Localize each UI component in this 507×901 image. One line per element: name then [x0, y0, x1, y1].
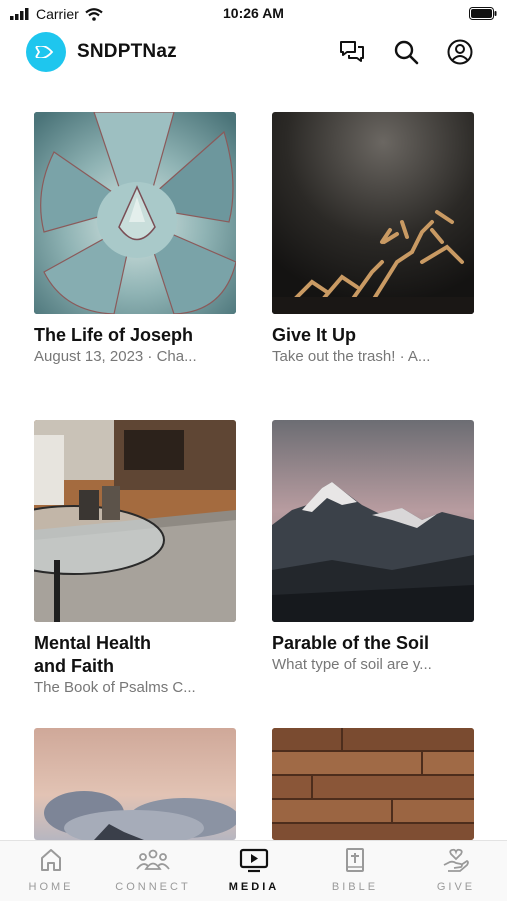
media-subtitle: Take out the trash! · A...: [272, 348, 431, 365]
tv-play-icon: [239, 848, 269, 873]
media-thumbnail[interactable]: [272, 420, 474, 622]
tab-connect[interactable]: CONNECT: [103, 847, 203, 893]
tab-label: GIVE: [436, 881, 476, 893]
home-icon: [41, 849, 61, 871]
profile-button[interactable]: [446, 38, 474, 66]
living-room-image: [34, 420, 236, 622]
tab-bible[interactable]: BIBLE: [305, 847, 405, 893]
app-title: SNDPTNaz: [77, 41, 177, 62]
raised-hands-image: [272, 112, 474, 314]
account-icon: [447, 39, 473, 65]
media-thumbnail[interactable]: [272, 112, 474, 314]
media-subtitle: August 13, 2023 · Cha...: [34, 348, 197, 365]
tab-home[interactable]: HOME: [1, 847, 101, 893]
media-subtitle: What type of soil are y...: [272, 656, 432, 673]
media-title: Parable of the Soil: [272, 633, 430, 653]
church-logo[interactable]: [26, 32, 66, 72]
media-card[interactable]: Give It Up Take out the trash! · A...: [272, 112, 476, 365]
succulent-image: [34, 112, 236, 314]
tab-label: CONNECT: [115, 881, 191, 893]
media-subtitle: The Book of Psalms C...: [34, 679, 196, 696]
media-title-line: Mental Health: [34, 633, 152, 653]
clouds-image: [34, 728, 236, 840]
tab-label: HOME: [28, 881, 74, 893]
tab-media[interactable]: MEDIA: [204, 847, 304, 893]
search-button[interactable]: [392, 38, 420, 66]
media-title-line: and Faith: [34, 656, 114, 676]
media-title: Give It Up: [272, 325, 357, 345]
tab-give[interactable]: GIVE: [406, 847, 506, 893]
media-card[interactable]: Parable of the Soil What type of soil ar…: [272, 420, 476, 673]
media-card[interactable]: The Life of Joseph August 13, 2023 · Cha…: [34, 112, 238, 365]
media-card[interactable]: [34, 728, 238, 840]
bible-icon: [346, 848, 364, 872]
tab-label: MEDIA: [228, 881, 280, 893]
media-title: Mental Health and Faith: [34, 632, 238, 678]
media-card[interactable]: Mental Health and Faith The Book of Psal…: [34, 420, 238, 696]
media-card[interactable]: [272, 728, 476, 840]
wood-planks-image: [272, 728, 474, 840]
hand-heart-icon: [443, 848, 469, 872]
search-icon: [394, 40, 419, 65]
app-header: SNDPTNaz: [0, 28, 507, 80]
mountain-image: [272, 420, 474, 622]
chat-icon: [340, 41, 364, 62]
messages-button[interactable]: [338, 38, 366, 66]
fish-icon: [35, 46, 54, 58]
media-thumbnail[interactable]: [34, 112, 236, 314]
media-thumbnail[interactable]: [34, 728, 236, 840]
people-icon: [136, 849, 170, 870]
media-thumbnail[interactable]: [34, 420, 236, 622]
media-title: The Life of Joseph: [34, 325, 194, 345]
bottom-tab-bar: HOME CONNECT MEDIA BIBLE GIVE: [0, 840, 507, 901]
status-time: 10:26 AM: [223, 5, 284, 21]
media-thumbnail[interactable]: [272, 728, 474, 840]
battery-icon: [469, 7, 497, 20]
status-bar: Carrier 10:26 AM: [0, 0, 507, 28]
tab-label: BIBLE: [331, 881, 379, 893]
